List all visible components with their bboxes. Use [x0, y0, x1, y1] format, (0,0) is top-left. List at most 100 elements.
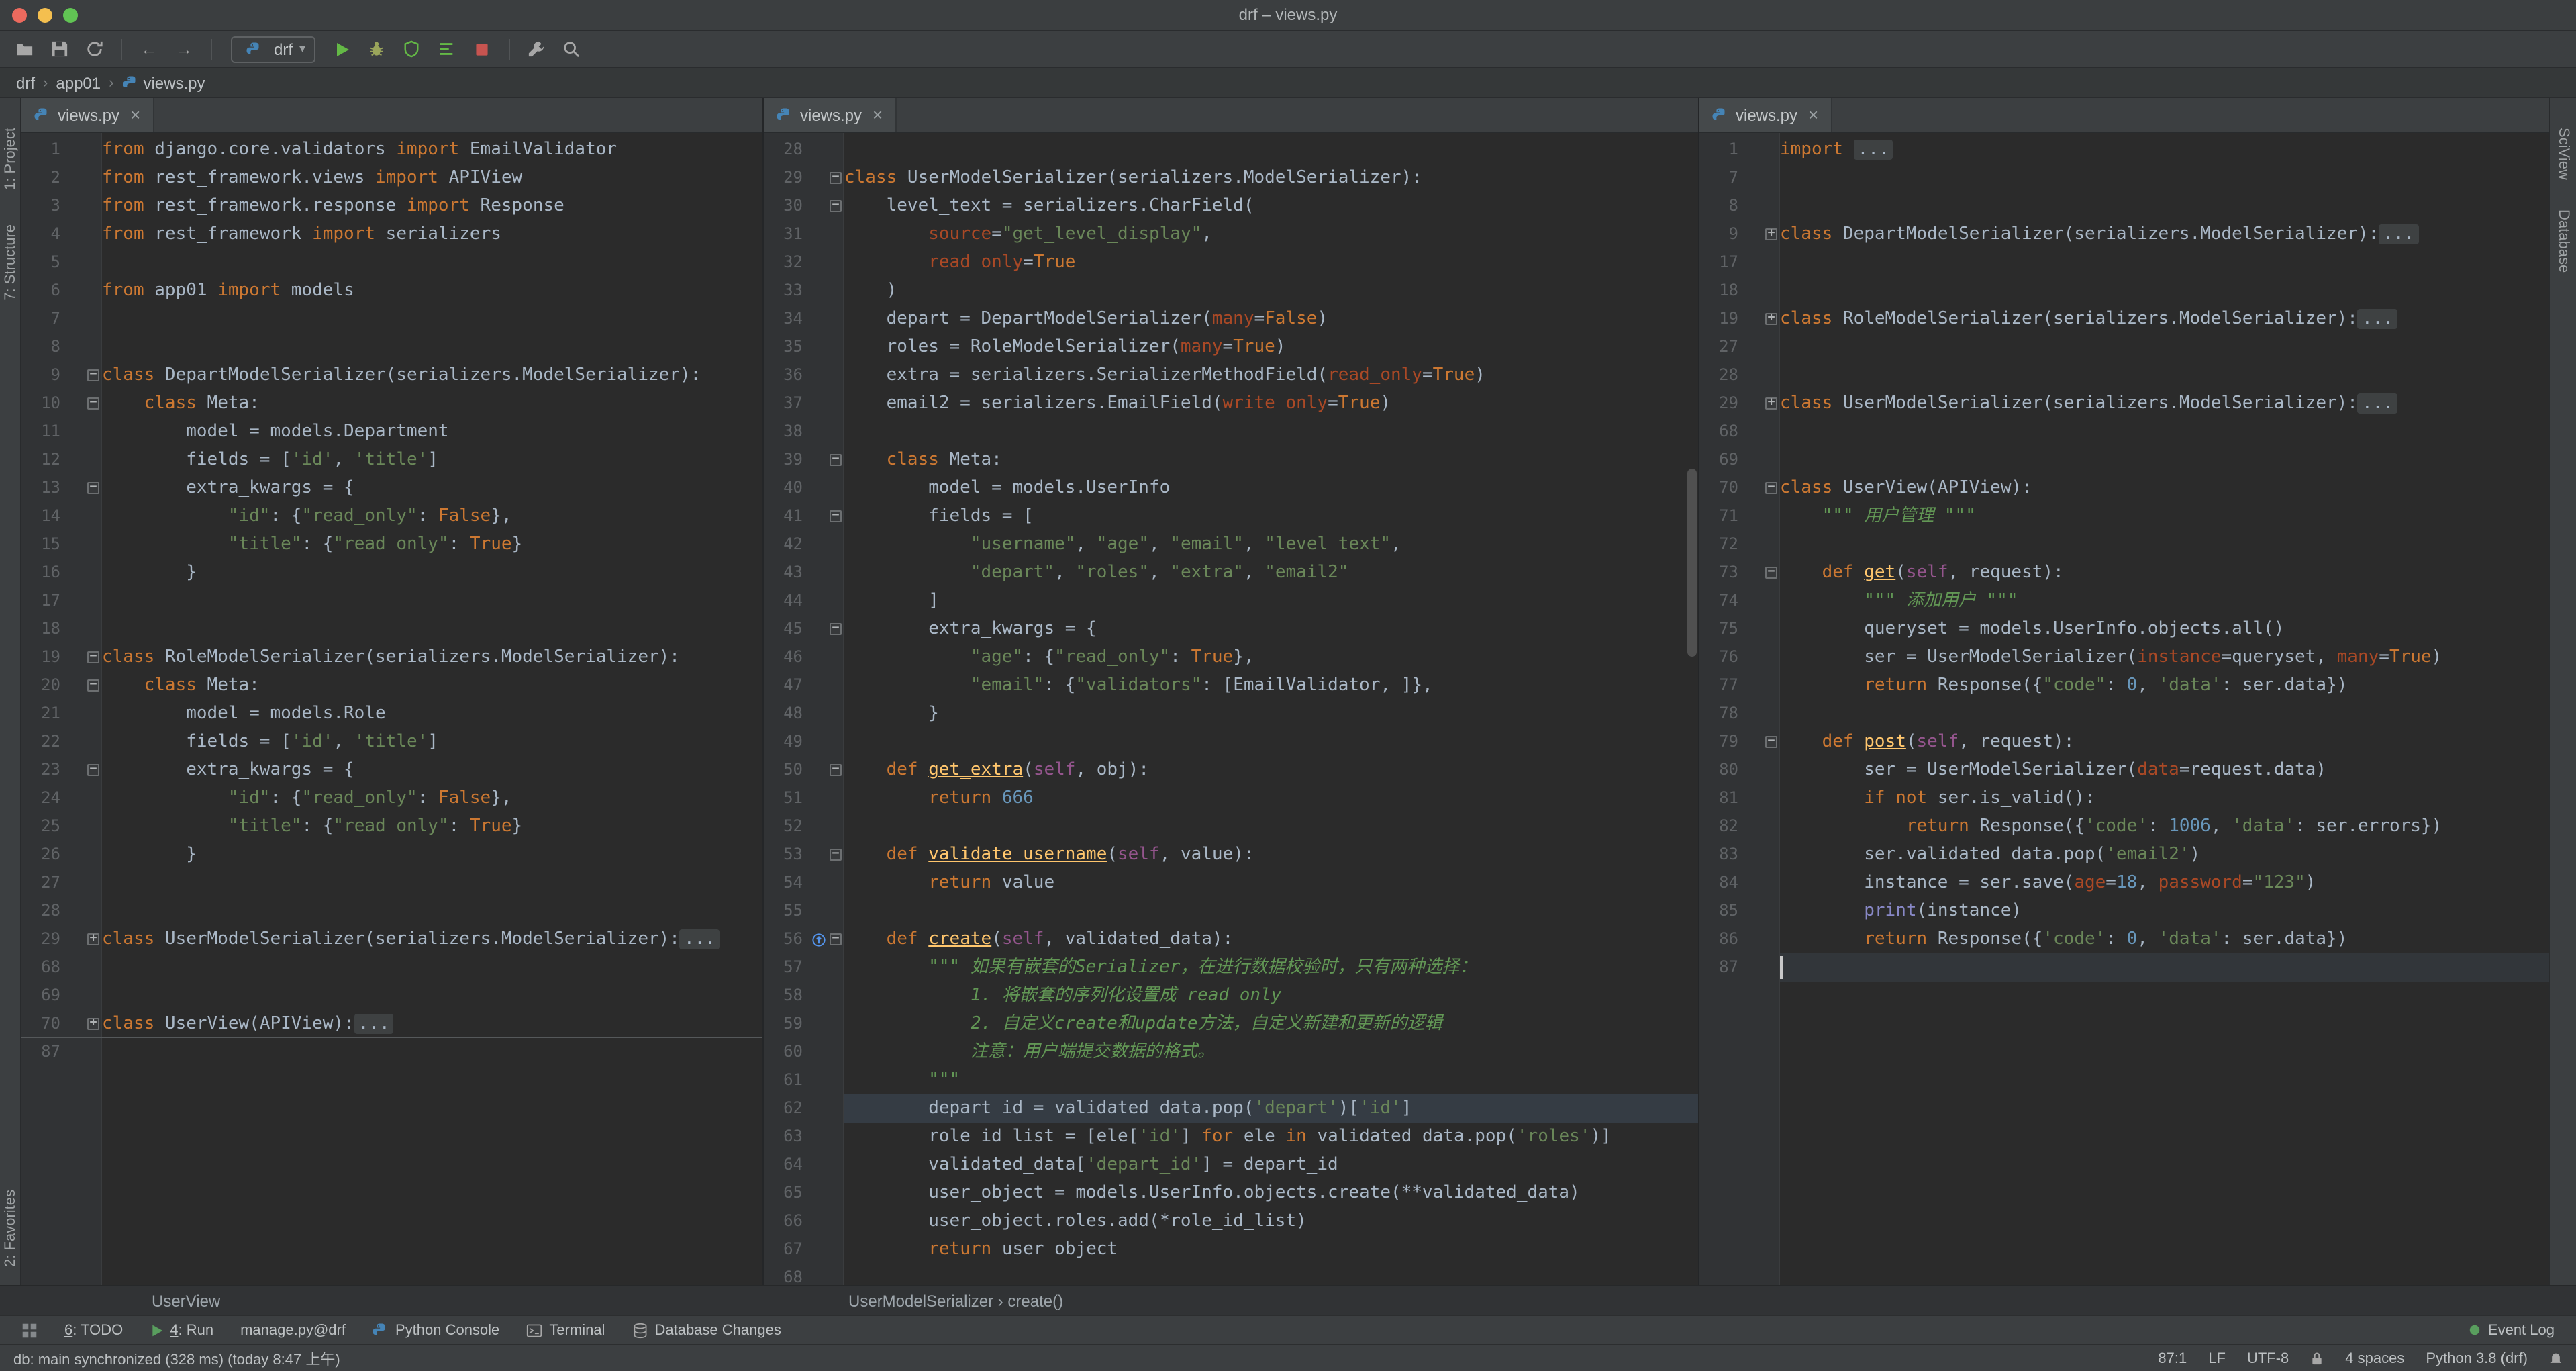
fold-collapse-icon[interactable]: −	[827, 925, 844, 953]
code-line[interactable]: 21 model = models.Role	[21, 700, 762, 728]
code-line[interactable]: 87	[1699, 953, 2549, 982]
code-line[interactable]: 49	[764, 728, 1698, 756]
code-line[interactable]: 62 depart_id = validated_data.pop('depar…	[764, 1094, 1698, 1123]
code-line[interactable]: 77 return Response({"code": 0, 'data': s…	[1699, 671, 2549, 700]
fold-expand-icon[interactable]: +	[85, 1010, 102, 1037]
code-line[interactable]: 27	[21, 869, 762, 897]
sync-icon[interactable]	[81, 36, 107, 62]
fold-collapse-icon[interactable]: −	[85, 361, 102, 389]
tool-window-button-run-config-ref[interactable]: manage.py@drf	[227, 1315, 359, 1345]
status-widget-encoding[interactable]: UTF-8	[2247, 1350, 2289, 1366]
code-line[interactable]: 7	[21, 305, 762, 333]
fold-collapse-icon[interactable]: −	[1763, 474, 1780, 502]
code-line[interactable]: 11 model = models.Department	[21, 418, 762, 446]
back-icon[interactable]: ←	[136, 36, 162, 62]
code-line[interactable]: 79− def post(self, request):	[1699, 728, 2549, 756]
code-line[interactable]: 50− def get_extra(self, obj):	[764, 756, 1698, 784]
code-line[interactable]: 39− class Meta:	[764, 446, 1698, 474]
code-line[interactable]: 10− class Meta:	[21, 389, 762, 418]
code-line[interactable]: 83 ser.validated_data.pop('email2')	[1699, 841, 2549, 869]
code-line[interactable]: 70−class UserView(APIView):	[1699, 474, 2549, 502]
code-line[interactable]: 86 return Response({'code': 0, 'data': s…	[1699, 925, 2549, 953]
code-line[interactable]: 70+class UserView(APIView):...	[21, 1010, 762, 1038]
search-icon[interactable]	[558, 36, 585, 62]
status-widget-python-interpreter[interactable]: Python 3.8 (drf)	[2426, 1350, 2528, 1366]
code-editor[interactable]: 2829−class UserModelSerializer(serialize…	[764, 133, 1698, 1285]
code-editor[interactable]: 1import ... 78 9+class DepartModelSerializ…	[1699, 133, 2549, 1285]
open-icon[interactable]	[11, 36, 38, 62]
tool-stripe-7-structure[interactable]: 7: Structure	[2, 225, 18, 301]
code-line[interactable]: 16 }	[21, 559, 762, 587]
code-line[interactable]: 34 depart = DepartModelSerializer(many=F…	[764, 305, 1698, 333]
code-line[interactable]: 48 }	[764, 700, 1698, 728]
status-widget-readonly-lock[interactable]	[2310, 1351, 2324, 1366]
code-line[interactable]: 82 return Response({'code': 1006, 'data'…	[1699, 812, 2549, 841]
code-line[interactable]: 57 """ 如果有嵌套的Serializer，在进行数据校验时，只有两种选择：	[764, 953, 1698, 982]
fold-expand-icon[interactable]: +	[1763, 389, 1780, 418]
code-line[interactable]: 8	[1699, 192, 2549, 220]
code-line[interactable]: 28	[21, 897, 762, 925]
code-line[interactable]: 67 return user_object	[764, 1235, 1698, 1264]
debug-icon[interactable]	[363, 36, 390, 62]
code-line[interactable]: 40 model = models.UserInfo	[764, 474, 1698, 502]
status-widget-indent-style[interactable]: 4 spaces	[2345, 1350, 2404, 1366]
run-configuration-select[interactable]: drf▾	[231, 36, 315, 62]
tool-stripe-1-project[interactable]: 1: Project	[2, 128, 18, 190]
fold-collapse-icon[interactable]: −	[1763, 559, 1780, 587]
code-line[interactable]: 15 "title": {"read_only": True}	[21, 530, 762, 559]
fold-collapse-icon[interactable]: −	[85, 389, 102, 418]
fold-collapse-icon[interactable]: −	[85, 671, 102, 700]
code-line[interactable]: 54 return value	[764, 869, 1698, 897]
code-line[interactable]: 53− def validate_username(self, value):	[764, 841, 1698, 869]
overriding-method-icon[interactable]	[809, 925, 827, 953]
code-line[interactable]: 2from rest_framework.views import APIVie…	[21, 164, 762, 192]
code-line[interactable]: 35 roles = RoleModelSerializer(many=True…	[764, 333, 1698, 361]
code-line[interactable]: 23− extra_kwargs = {	[21, 756, 762, 784]
code-line[interactable]: 17	[1699, 248, 2549, 277]
tool-window-button-tool-window-switcher[interactable]	[8, 1315, 51, 1345]
code-line[interactable]: 25 "title": {"read_only": True}	[21, 812, 762, 841]
fold-collapse-icon[interactable]: −	[827, 502, 844, 530]
code-line[interactable]: 69	[1699, 446, 2549, 474]
code-line[interactable]: 31 source="get_level_display",	[764, 220, 1698, 248]
code-line[interactable]: 47 "email": {"validators": [EmailValidat…	[764, 671, 1698, 700]
code-line[interactable]: 28	[764, 136, 1698, 164]
code-line[interactable]: 44 ]	[764, 587, 1698, 615]
code-line[interactable]: 74 """ 添加用户 """	[1699, 587, 2549, 615]
code-line[interactable]: 9−class DepartModelSerializer(serializer…	[21, 361, 762, 389]
code-line[interactable]: 26 }	[21, 841, 762, 869]
fold-collapse-icon[interactable]: −	[827, 756, 844, 784]
code-line[interactable]: 69	[21, 982, 762, 1010]
code-line[interactable]: 29−class UserModelSerializer(serializers…	[764, 164, 1698, 192]
code-line[interactable]: 65 user_object = models.UserInfo.objects…	[764, 1179, 1698, 1207]
code-line[interactable]: 78	[1699, 700, 2549, 728]
fold-expand-icon[interactable]: +	[1763, 220, 1780, 248]
code-line[interactable]: 1from django.core.validators import Emai…	[21, 136, 762, 164]
breadcrumb-item-app01[interactable]: app01	[56, 73, 101, 92]
code-line[interactable]: 81 if not ser.is_valid():	[1699, 784, 2549, 812]
code-line[interactable]: 1import ...	[1699, 136, 2549, 164]
tool-stripe-sciview[interactable]: SciView	[2555, 128, 2571, 180]
tool-window-button-python-console[interactable]: Python Console	[359, 1315, 513, 1345]
code-line[interactable]: 6from app01 import models	[21, 277, 762, 305]
code-editor[interactable]: 1from django.core.validators import Emai…	[21, 133, 762, 1285]
code-line[interactable]: 52	[764, 812, 1698, 841]
code-line[interactable]: 68	[764, 1264, 1698, 1285]
concurrency-icon[interactable]	[433, 36, 460, 62]
code-line[interactable]: 36 extra = serializers.SerializerMethodF…	[764, 361, 1698, 389]
code-line[interactable]: 51 return 666	[764, 784, 1698, 812]
code-line[interactable]: 46 "age": {"read_only": True},	[764, 643, 1698, 671]
code-line[interactable]: 29+class UserModelSerializer(serializers…	[1699, 389, 2549, 418]
code-line[interactable]: 24 "id": {"read_only": False},	[21, 784, 762, 812]
code-line[interactable]: 19−class RoleModelSerializer(serializers…	[21, 643, 762, 671]
code-line[interactable]: 33 )	[764, 277, 1698, 305]
close-icon[interactable]: ×	[1808, 106, 1818, 124]
editor-tab-views-py[interactable]: views.py ×	[764, 98, 896, 132]
code-line[interactable]: 9+class DepartModelSerializer(serializer…	[1699, 220, 2549, 248]
code-line[interactable]: 27	[1699, 333, 2549, 361]
code-line[interactable]: 18	[1699, 277, 2549, 305]
code-line[interactable]: 4from rest_framework import serializers	[21, 220, 762, 248]
code-line[interactable]: 45− extra_kwargs = {	[764, 615, 1698, 643]
editor-tab-views-py[interactable]: views.py ×	[21, 98, 154, 132]
code-line[interactable]: 63 role_id_list = [ele['id'] for ele in …	[764, 1123, 1698, 1151]
